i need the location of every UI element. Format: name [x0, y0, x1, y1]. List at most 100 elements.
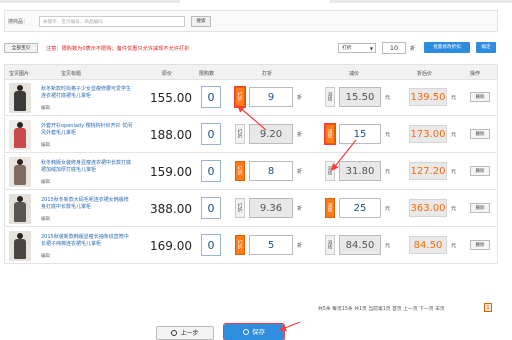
original-price: 169.00 [150, 239, 192, 253]
product-image [9, 157, 31, 187]
limit-input[interactable]: 0 [201, 123, 221, 145]
discount-tag[interactable]: 打折 [235, 161, 245, 181]
delete-button[interactable]: 删除 [470, 203, 490, 213]
reduce-unit: 元 [385, 206, 391, 212]
reduce-unit: 元 [385, 169, 391, 175]
reduce-tag[interactable]: 减钱 [325, 87, 335, 107]
original-price: 388.00 [150, 202, 192, 216]
product-title[interactable]: 秋冬韩版女装修身显瘦连衣裙中长款打底裙加绒加厚打底毛儿掌柜 [41, 160, 133, 174]
product-title[interactable]: 2015秋冬新款大码毛呢连衣裙女韩版修身打底中长款毛儿掌柜 [41, 197, 133, 211]
delete-button[interactable]: 删除 [470, 166, 490, 176]
notice-text: 注意：限购数为0表示不限购；备件优惠只允许减现不允许打折 [46, 46, 190, 52]
search-input[interactable]: 关键字、宝贝编号、商品编码 [39, 16, 185, 27]
original-price: 155.00 [150, 91, 192, 105]
search-button[interactable]: 搜索 [191, 16, 211, 27]
reduce-tag[interactable]: 减钱 [325, 161, 335, 181]
discount-input[interactable]: 8 [249, 161, 293, 181]
discount-tag[interactable]: 打折 [235, 124, 245, 144]
discount-input[interactable]: 9.20 [249, 124, 293, 144]
tab-placeholder[interactable] [330, 0, 512, 3]
final-unit: 元 [451, 132, 457, 138]
delete-button[interactable]: 删除 [470, 129, 490, 139]
edit-link[interactable]: 编辑 [41, 216, 50, 222]
reduce-input[interactable]: 84.50 [339, 235, 381, 255]
product-image [9, 194, 31, 224]
discount-input[interactable]: 9 [249, 87, 293, 107]
table-row: 秋冬新款时尚格子少女显瘦修腰可爱学生连衣裙打底裙毛儿掌柜 编辑 155.00 0… [4, 80, 498, 116]
limit-input[interactable]: 0 [201, 160, 221, 182]
limit-input[interactable]: 0 [201, 197, 221, 219]
limit-input[interactable]: 0 [201, 86, 221, 108]
reduce-input[interactable]: 15.50 [339, 87, 381, 107]
final-price: 84.50 [409, 236, 447, 254]
circle-arrow-left-icon [171, 330, 178, 336]
product-image [9, 120, 31, 150]
header-discount: 打折 [262, 71, 273, 77]
edit-link[interactable]: 编辑 [41, 105, 50, 111]
reduce-tag[interactable]: 减钱 [325, 235, 335, 255]
batch-discount-unit: 折 [410, 46, 416, 52]
edit-link[interactable]: 编辑 [41, 142, 50, 148]
table-header: 宝贝图片 宝贝标题 原价 限购数 打折 减价 折后价 操作 [4, 64, 498, 80]
edit-link[interactable]: 编辑 [41, 179, 50, 185]
header-action: 操作 [470, 71, 481, 77]
prev-step-button[interactable]: 上一步 [156, 326, 214, 340]
header-price: 原价 [162, 71, 173, 77]
product-title[interactable]: 外套开衫openlady 樱桃钩针织开衫 优闲风外套毛儿掌柜 [41, 123, 133, 137]
final-price: 127.20 [409, 162, 447, 180]
discount-unit: 折 [297, 243, 303, 249]
final-unit: 元 [451, 169, 457, 175]
product-image [9, 83, 31, 113]
product-image [9, 231, 31, 261]
mode-select-value: 打折 [342, 46, 352, 51]
original-price: 188.00 [150, 128, 192, 142]
discount-unit: 折 [297, 169, 303, 175]
header-limit: 限购数 [199, 71, 215, 77]
discount-tag[interactable]: 打折 [235, 235, 245, 255]
final-price: 173.00 [409, 125, 447, 143]
reduce-input[interactable]: 15 [339, 124, 381, 144]
confirm-button[interactable]: 确定 [476, 42, 496, 53]
limit-input[interactable]: 0 [201, 234, 221, 256]
reduce-input[interactable]: 25 [339, 198, 381, 218]
search-label: 搜商品： [8, 19, 29, 25]
final-unit: 元 [451, 95, 457, 101]
reduce-tag[interactable]: 减钱 [324, 123, 336, 145]
batch-toolbar: 全部宝贝 注意：限购数为0表示不限购；备件优惠只允许减现不允许打折 打折 ▼ 1… [4, 40, 498, 56]
reduce-unit: 元 [385, 243, 391, 249]
delete-button[interactable]: 删除 [470, 240, 490, 250]
top-tab-strip [0, 0, 512, 4]
discount-tag[interactable]: 打折 [234, 86, 246, 108]
reduce-tag[interactable]: 减钱 [325, 198, 335, 218]
header-final: 折后价 [417, 71, 433, 77]
save-button[interactable]: 保存 [223, 323, 285, 340]
pagination[interactable]: 共5条 每页15条 共1页 当前第1页 首页 上一页 下一页 末页 [318, 305, 445, 312]
final-price: 363.00 [409, 199, 447, 217]
tab-placeholder[interactable] [0, 0, 180, 3]
batch-modify-button[interactable]: 批量修改折扣 [424, 42, 470, 53]
header-reduce: 减价 [349, 71, 360, 77]
batch-discount-input[interactable]: 10 [382, 42, 406, 54]
product-title[interactable]: 2015秋装新款韩版显瘦长袖条纹直筒中长裙子纯棉连衣裙毛儿掌柜 [41, 234, 133, 248]
header-title: 宝贝标题 [61, 71, 82, 77]
final-unit: 元 [451, 243, 457, 249]
discount-input[interactable]: 5 [249, 235, 293, 255]
edit-link[interactable]: 编辑 [41, 253, 50, 259]
select-all-button[interactable]: 全部宝贝 [4, 43, 38, 53]
table-row: 2015秋冬新款大码毛呢连衣裙女韩版修身打底中长款毛儿掌柜 编辑 388.00 … [4, 191, 498, 227]
page-number-box[interactable]: 1 [484, 303, 492, 312]
discount-unit: 折 [297, 206, 303, 212]
reduce-unit: 元 [385, 95, 391, 101]
discount-unit: 折 [297, 95, 303, 101]
table-row: 外套开衫openlady 樱桃钩针织开衫 优闲风外套毛儿掌柜 编辑 188.00… [4, 117, 498, 153]
product-title[interactable]: 秋冬新款时尚格子少女显瘦修腰可爱学生连衣裙打底裙毛儿掌柜 [41, 86, 133, 100]
discount-unit: 折 [297, 132, 303, 138]
discount-tag[interactable]: 打折 [235, 198, 245, 218]
reduce-unit: 元 [385, 132, 391, 138]
delete-button[interactable]: 删除 [470, 92, 490, 102]
mode-select[interactable]: 打折 ▼ [338, 43, 376, 53]
search-bar: 搜商品： 关键字、宝贝编号、商品编码 搜索 [4, 10, 498, 32]
discount-input[interactable]: 9.36 [249, 198, 293, 218]
reduce-input[interactable]: 31.80 [339, 161, 381, 181]
save-label: 保存 [252, 328, 265, 336]
